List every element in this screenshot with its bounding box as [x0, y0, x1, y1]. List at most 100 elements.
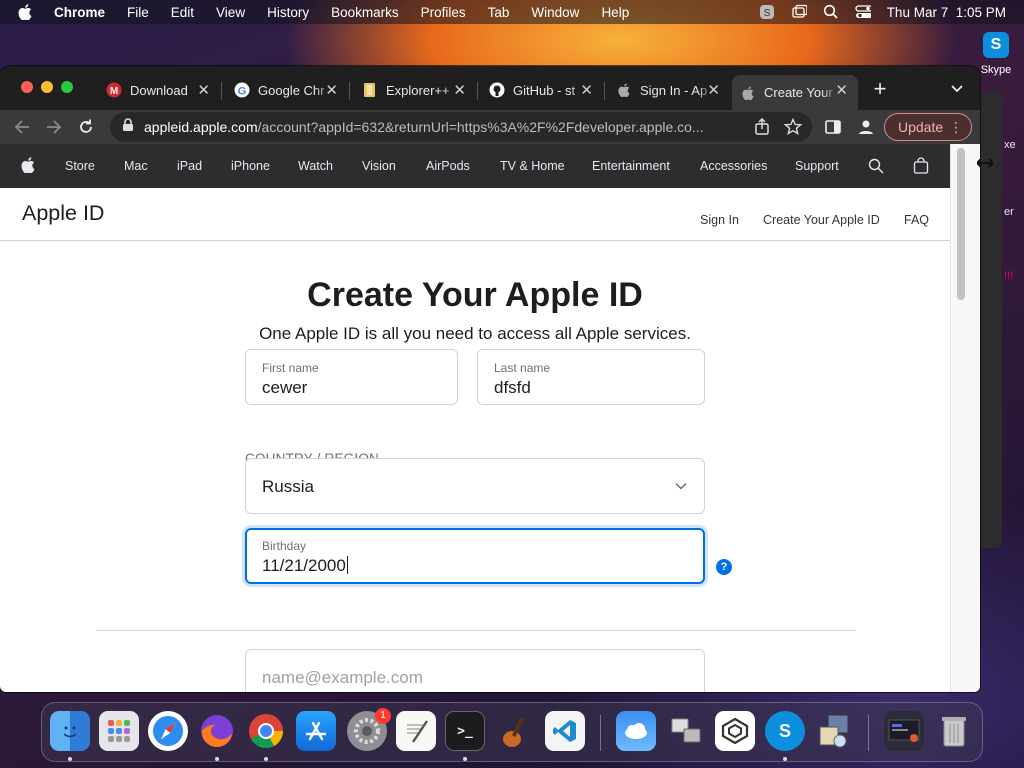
skype-status-icon[interactable]: S — [759, 4, 775, 20]
trash-icon[interactable] — [934, 711, 974, 751]
nav-vision[interactable]: Vision — [362, 159, 396, 173]
address-bar[interactable]: appleid.apple.com/account?appId=632&retu… — [110, 112, 812, 142]
close-tab-icon[interactable]: ✕ — [325, 81, 338, 99]
nav-store[interactable]: Store — [65, 159, 95, 173]
sign-in-link[interactable]: Sign In — [700, 213, 739, 227]
nav-tv-home[interactable]: TV & Home — [500, 159, 565, 173]
terminal-icon[interactable]: >_ — [445, 711, 485, 751]
desktop-skype-shortcut[interactable]: S Skype — [980, 32, 1012, 76]
nav-accessories[interactable]: Accessories — [700, 159, 767, 173]
finder-icon[interactable] — [50, 711, 90, 751]
profile-icon[interactable] — [856, 117, 876, 137]
menu-view[interactable]: View — [216, 5, 245, 20]
nav-mac[interactable]: Mac — [124, 159, 148, 173]
tab-google-chrome[interactable]: G Google Chr ✕ — [226, 75, 348, 105]
menu-history[interactable]: History — [267, 5, 309, 20]
zoom-window-button[interactable] — [61, 81, 73, 93]
page-scrollbar[interactable] — [950, 144, 980, 692]
safari-icon[interactable] — [148, 711, 188, 751]
menu-profiles[interactable]: Profiles — [421, 5, 466, 20]
close-tab-icon[interactable]: ✕ — [835, 81, 848, 99]
forward-arrow-icon[interactable] — [44, 117, 64, 137]
birthday-value: 11/21/2000 — [262, 556, 346, 575]
lock-icon[interactable] — [122, 117, 134, 137]
share-icon[interactable] — [754, 117, 770, 141]
apple-menu-icon[interactable] — [18, 4, 36, 20]
chevron-down-icon — [674, 479, 688, 498]
app-store-icon[interactable] — [296, 711, 336, 751]
apple-logo-icon[interactable] — [21, 157, 35, 176]
help-question-icon[interactable]: ? — [716, 559, 732, 575]
apple-icon — [740, 85, 756, 101]
search-icon[interactable] — [868, 158, 884, 177]
shopping-bag-icon[interactable] — [913, 157, 929, 177]
nav-airpods[interactable]: AirPods — [426, 159, 470, 173]
create-apple-id-link[interactable]: Create Your Apple ID — [763, 213, 880, 227]
close-tab-icon[interactable]: ✕ — [707, 81, 720, 99]
nav-iphone[interactable]: iPhone — [231, 159, 270, 173]
close-tab-icon[interactable]: ✕ — [197, 81, 210, 99]
menu-edit[interactable]: Edit — [171, 5, 194, 20]
garageband-icon[interactable] — [495, 711, 535, 751]
page-subtitle: One Apple ID is all you need to access a… — [259, 324, 691, 343]
tab-explorer[interactable]: Explorer++ ✕ — [354, 75, 476, 105]
menu-clock[interactable]: Thu Mar 7 1:05 PM — [887, 5, 1006, 20]
menu-bookmarks[interactable]: Bookmarks — [331, 5, 399, 20]
parallels-icon[interactable] — [715, 711, 755, 751]
screen-mirroring-icon[interactable] — [791, 4, 807, 20]
chrome-icon[interactable] — [246, 711, 286, 751]
launchpad-icon[interactable] — [99, 711, 139, 751]
spotlight-search-icon[interactable] — [823, 4, 839, 20]
vscode-icon[interactable] — [545, 711, 585, 751]
weather-icon[interactable] — [616, 711, 656, 751]
google-icon: G — [234, 82, 250, 98]
update-button[interactable]: Update ⋮ — [884, 113, 972, 141]
nav-entertainment[interactable]: Entertainment — [592, 159, 670, 173]
faq-link[interactable]: FAQ — [904, 213, 929, 227]
menu-app-name[interactable]: Chrome — [54, 5, 105, 20]
tab-label: Create Your — [764, 85, 833, 100]
email-field[interactable]: name@example.com — [245, 649, 705, 692]
birthday-field[interactable]: Birthday 11/21/2000 — [245, 528, 705, 584]
minimize-window-button[interactable] — [41, 81, 53, 93]
more-menu-icon[interactable]: ⋮ — [949, 120, 963, 134]
new-tab-plus-icon[interactable]: + — [868, 78, 892, 102]
first-name-field[interactable]: First name cewer — [245, 349, 458, 405]
tab-download[interactable]: M Download ✕ — [98, 75, 220, 105]
skype-icon[interactable]: S — [765, 711, 805, 751]
migration-assistant-icon[interactable] — [666, 711, 706, 751]
reload-icon[interactable] — [76, 117, 96, 137]
tab-label: Sign In - Ap — [640, 82, 708, 98]
apple-id-brand[interactable]: Apple ID — [22, 201, 104, 226]
tab-sign-in[interactable]: Sign In - Ap ✕ — [608, 75, 730, 105]
last-name-field[interactable]: Last name dfsfd — [477, 349, 705, 405]
textedit-icon[interactable] — [396, 711, 436, 751]
nav-ipad[interactable]: iPad — [177, 159, 202, 173]
tab-strip: M Download ✕ G Google Chr ✕ Explorer++ ✕… — [0, 66, 980, 110]
installer-icon[interactable] — [814, 711, 854, 751]
nav-watch[interactable]: Watch — [298, 159, 333, 173]
tab-create-your-apple-id[interactable]: Create Your ✕ — [732, 75, 858, 110]
menu-tab[interactable]: Tab — [488, 5, 510, 20]
chevron-down-icon[interactable] — [948, 80, 966, 98]
bookmark-star-icon[interactable] — [783, 117, 803, 141]
menu-file[interactable]: File — [127, 5, 149, 20]
first-name-value: cewer — [262, 378, 308, 397]
firefox-icon[interactable] — [197, 711, 237, 751]
country-select[interactable]: Russia — [245, 458, 705, 514]
close-tab-icon[interactable]: ✕ — [453, 81, 466, 99]
back-arrow-icon[interactable] — [12, 117, 32, 137]
nav-support[interactable]: Support — [795, 159, 839, 173]
url-text[interactable]: appleid.apple.com/account?appId=632&retu… — [144, 119, 744, 135]
menu-window[interactable]: Window — [531, 5, 579, 20]
control-center-icon[interactable] — [855, 4, 871, 20]
dock-separator — [868, 715, 869, 751]
screenshot-thumbnail-icon[interactable] — [884, 711, 924, 751]
tab-github[interactable]: GitHub - st ✕ — [481, 75, 603, 105]
close-tab-icon[interactable]: ✕ — [580, 81, 593, 99]
side-panel-icon[interactable] — [823, 117, 843, 137]
menu-help[interactable]: Help — [601, 5, 629, 20]
scrollbar-thumb[interactable] — [957, 148, 965, 300]
tab-label: Google Chr — [258, 82, 325, 98]
close-window-button[interactable] — [21, 81, 33, 93]
